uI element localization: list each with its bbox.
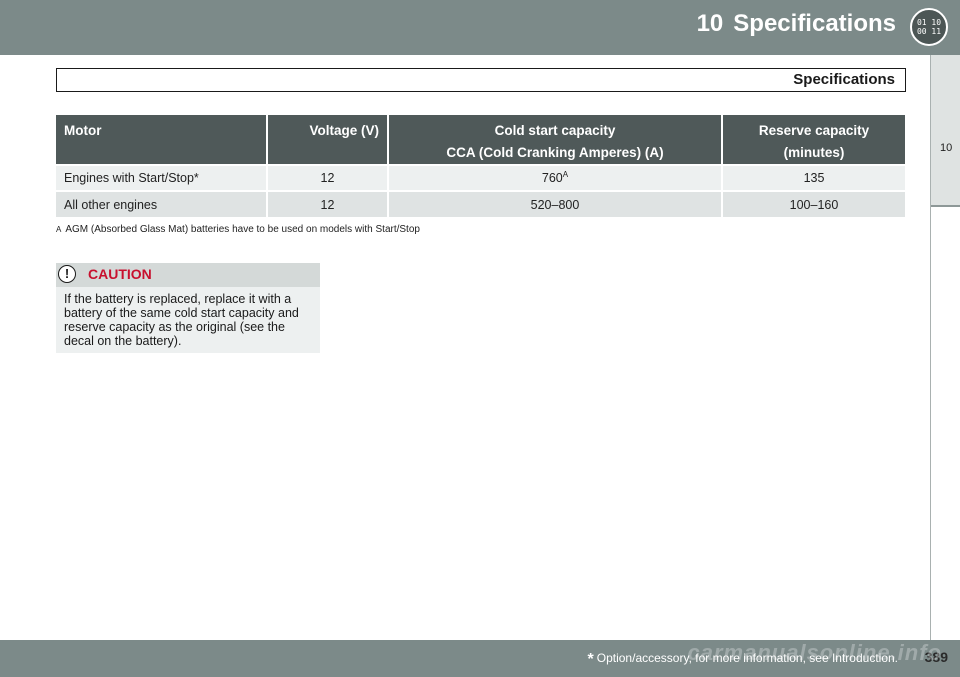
column-header-motor: Motor xyxy=(56,115,268,165)
cell-motor: All other engines xyxy=(56,190,268,217)
cell-reserve: 100–160 xyxy=(722,190,905,217)
table-row: Engines with Start/Stop* 12 760A 135 xyxy=(56,164,905,191)
column-header-label: Voltage (V) xyxy=(309,123,379,138)
column-header-voltage: Voltage (V) xyxy=(267,115,389,165)
column-header-label: Reserve capacity xyxy=(758,123,870,138)
cca-value: 760 xyxy=(541,171,563,186)
cca-value: 520–800 xyxy=(530,197,580,212)
cell-reserve: 135 xyxy=(722,164,905,191)
battery-spec-table: Motor Voltage (V) Cold start capacity CC… xyxy=(56,115,905,217)
chapter-title: 10 Specifications xyxy=(697,10,896,38)
column-header-reserve: Reserve capacity (minutes) xyxy=(722,115,905,165)
footnote-ref: A xyxy=(562,170,569,180)
section-title: Specifications xyxy=(793,71,895,88)
column-header-label: Motor xyxy=(64,123,102,138)
column-header-sublabel: (minutes) xyxy=(783,145,845,160)
footnote-mark: A xyxy=(56,225,62,234)
asterisk-icon: * xyxy=(587,651,594,668)
cell-cca: 520–800 xyxy=(388,190,723,217)
cell-cca: 760A xyxy=(388,164,723,191)
table-header-row: Motor Voltage (V) Cold start capacity CC… xyxy=(56,115,905,165)
caution-title: CAUTION xyxy=(88,266,152,282)
section-header-box: Specifications xyxy=(56,68,906,92)
cell-voltage: 12 xyxy=(267,164,389,191)
chapter-tab-label: 10 xyxy=(940,142,953,154)
chapter-name: Specifications xyxy=(733,10,896,37)
column-header-cca: Cold start capacity CCA (Cold Cranking A… xyxy=(388,115,723,165)
watermark: carmanualsonline.info xyxy=(687,640,942,665)
column-header-sublabel: CCA (Cold Cranking Amperes) (A) xyxy=(446,145,664,160)
footnote-text: AGM (Absorbed Glass Mat) batteries have … xyxy=(65,224,420,235)
svg-text:00 11: 00 11 xyxy=(917,27,941,36)
cell-voltage: 12 xyxy=(267,190,389,217)
warning-exclamation-icon: ! xyxy=(58,265,76,283)
column-header-label: Cold start capacity xyxy=(494,123,616,138)
svg-text:01 10: 01 10 xyxy=(917,18,941,27)
table-row: All other engines 12 520–800 100–160 xyxy=(56,190,905,217)
chapter-tab[interactable] xyxy=(931,55,960,207)
page-header: 10 Specifications 01 10 00 11 xyxy=(0,0,960,55)
cell-motor: Engines with Start/Stop* xyxy=(56,164,268,191)
table-footnote: A AGM (Absorbed Glass Mat) batteries have… xyxy=(56,224,420,235)
caution-header: ! CAUTION xyxy=(56,263,320,287)
caution-text: If the battery is replaced, replace it w… xyxy=(64,292,299,348)
chapter-number: 10 xyxy=(696,10,724,37)
caution-box: ! CAUTION If the battery is replaced, re… xyxy=(56,263,320,353)
specifications-chapter-icon: 01 10 00 11 xyxy=(910,8,948,46)
